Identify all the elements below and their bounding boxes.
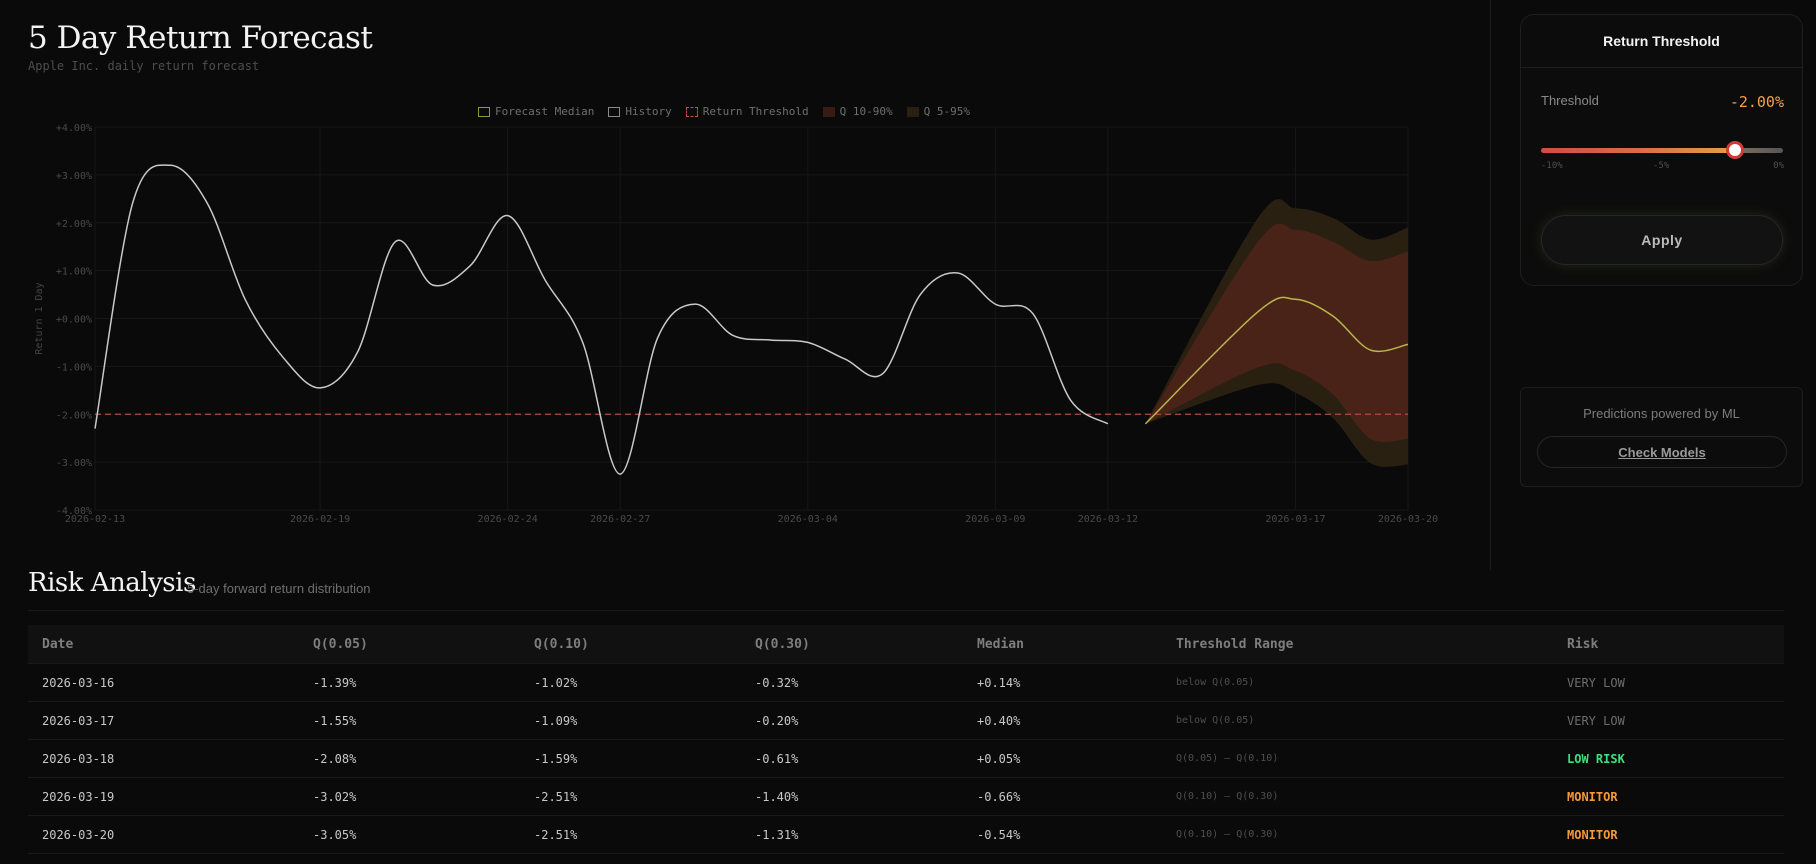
check-models-button[interactable]: Check Models bbox=[1537, 436, 1787, 468]
cell-median: -0.66% bbox=[963, 777, 1162, 816]
cell-q30: -0.20% bbox=[741, 701, 963, 740]
x-tick-label: 2026-02-27 bbox=[590, 514, 650, 525]
column-header-q30[interactable]: Q(0.30) bbox=[741, 625, 963, 664]
cell-median: -0.54% bbox=[963, 815, 1162, 854]
x-tick-label: 2026-03-20 bbox=[1378, 514, 1438, 525]
x-tick-label: 2026-02-19 bbox=[290, 514, 350, 525]
x-tick-label: 2026-03-09 bbox=[965, 514, 1025, 525]
ml-card: Predictions powered by ML Check Models bbox=[1520, 387, 1803, 487]
y-axis-label: Return 1 Day bbox=[34, 282, 45, 354]
table-row[interactable]: 2026-03-18 -2.08% -1.59% -0.61% +0.05% Q… bbox=[28, 739, 1784, 778]
cell-median: +0.40% bbox=[963, 701, 1162, 740]
threshold-value: -2.00% bbox=[1729, 93, 1784, 111]
x-tick-label: 2026-03-04 bbox=[778, 514, 838, 525]
cell-threshold-range: Q(0.05) – Q(0.10) bbox=[1162, 739, 1553, 778]
slider-tick-min: -10% bbox=[1541, 161, 1563, 171]
cell-q05: -1.55% bbox=[299, 701, 520, 740]
y-tick-label: -3.00% bbox=[56, 458, 92, 469]
y-tick-label: +0.00% bbox=[56, 315, 92, 326]
history-line bbox=[94, 164, 1109, 475]
column-header-date[interactable]: Date bbox=[28, 625, 299, 664]
cell-date: 2026-03-16 bbox=[28, 663, 299, 702]
apply-button[interactable]: Apply bbox=[1541, 215, 1783, 265]
risk-analysis-title: Risk Analysis bbox=[28, 568, 196, 598]
cell-date: 2026-03-20 bbox=[28, 815, 299, 854]
y-tick-label: +2.00% bbox=[56, 219, 92, 230]
cell-q05: -1.39% bbox=[299, 663, 520, 702]
table-row[interactable]: 2026-03-17 -1.55% -1.09% -0.20% +0.40% b… bbox=[28, 701, 1784, 740]
x-tick-label: 2026-02-24 bbox=[478, 514, 538, 525]
cell-risk: MONITOR bbox=[1553, 777, 1784, 816]
y-tick-label: +4.00% bbox=[56, 123, 92, 134]
x-tick-label: 2026-03-12 bbox=[1078, 514, 1138, 525]
cell-q05: -2.08% bbox=[299, 739, 520, 778]
y-tick-label: +3.00% bbox=[56, 171, 92, 182]
cell-threshold-range: below Q(0.05) bbox=[1162, 663, 1553, 702]
threshold-slider-thumb[interactable] bbox=[1725, 141, 1744, 159]
cell-median: +0.05% bbox=[963, 739, 1162, 778]
threshold-card: Return Threshold Threshold -2.00% -10% -… bbox=[1520, 14, 1803, 286]
cell-risk: VERY LOW bbox=[1553, 701, 1784, 740]
x-tick-label: 2026-03-17 bbox=[1265, 514, 1325, 525]
cell-q05: -3.05% bbox=[299, 815, 520, 854]
column-header-risk[interactable]: Risk bbox=[1553, 625, 1784, 664]
cell-q30: -0.32% bbox=[741, 663, 963, 702]
cell-risk: LOW RISK bbox=[1553, 739, 1784, 778]
x-tick-label: 2026-02-13 bbox=[65, 514, 125, 525]
column-header-q05[interactable]: Q(0.05) bbox=[299, 625, 520, 664]
table-row[interactable]: 2026-03-19 -3.02% -2.51% -1.40% -0.66% Q… bbox=[28, 777, 1784, 816]
threshold-slider[interactable] bbox=[1541, 148, 1783, 153]
table-row[interactable]: 2026-03-20 -3.05% -2.51% -1.31% -0.54% Q… bbox=[28, 815, 1784, 854]
y-tick-label: -2.00% bbox=[56, 410, 92, 421]
cell-q10: -1.09% bbox=[520, 701, 741, 740]
cell-q10: -2.51% bbox=[520, 777, 741, 816]
cell-median: +0.14% bbox=[963, 663, 1162, 702]
cell-risk: VERY LOW bbox=[1553, 663, 1784, 702]
cell-date: 2026-03-19 bbox=[28, 777, 299, 816]
cell-q30: -1.31% bbox=[741, 815, 963, 854]
cell-risk: MONITOR bbox=[1553, 815, 1784, 854]
slider-tick-max: 0% bbox=[1773, 161, 1784, 171]
table-row[interactable]: 2026-03-16 -1.39% -1.02% -0.32% +0.14% b… bbox=[28, 663, 1784, 702]
risk-table: Date Q(0.05) Q(0.10) Q(0.30) Median Thre… bbox=[28, 625, 1784, 854]
column-header-threshold-range[interactable]: Threshold Range bbox=[1162, 625, 1553, 664]
forecast-chart[interactable]: +4.00% +3.00% +2.00% +1.00% +0.00% -1.00% -2.0… bbox=[0, 95, 1470, 540]
vertical-divider bbox=[1490, 0, 1491, 570]
threshold-card-title: Return Threshold bbox=[1521, 15, 1802, 68]
cell-q10: -1.59% bbox=[520, 739, 741, 778]
cell-q30: -1.40% bbox=[741, 777, 963, 816]
cell-q05: -3.02% bbox=[299, 777, 520, 816]
cell-date: 2026-03-17 bbox=[28, 701, 299, 740]
cell-q10: -1.02% bbox=[520, 663, 741, 702]
ml-card-text: Predictions powered by ML bbox=[1583, 406, 1740, 421]
cell-date: 2026-03-18 bbox=[28, 739, 299, 778]
threshold-label: Threshold bbox=[1541, 93, 1599, 108]
column-header-median[interactable]: Median bbox=[963, 625, 1162, 664]
column-header-q10[interactable]: Q(0.10) bbox=[520, 625, 741, 664]
slider-tick-mid: -5% bbox=[1653, 161, 1670, 171]
section-divider bbox=[28, 610, 1784, 611]
cell-threshold-range: Q(0.10) – Q(0.30) bbox=[1162, 815, 1553, 854]
cell-q10: -2.51% bbox=[520, 815, 741, 854]
cell-threshold-range: Q(0.10) – Q(0.30) bbox=[1162, 777, 1553, 816]
page-title: 5 Day Return Forecast bbox=[28, 20, 373, 56]
table-header-row: Date Q(0.05) Q(0.10) Q(0.30) Median Thre… bbox=[28, 625, 1784, 664]
cell-threshold-range: below Q(0.05) bbox=[1162, 701, 1553, 740]
risk-analysis-subtitle: 5-day forward return distribution bbox=[187, 581, 371, 596]
page-subtitle: Apple Inc. daily return forecast bbox=[28, 59, 260, 73]
y-tick-label: +1.00% bbox=[56, 267, 92, 278]
y-tick-label: -1.00% bbox=[56, 362, 92, 373]
cell-q30: -0.61% bbox=[741, 739, 963, 778]
forecast-chart-svg: +4.00% +3.00% +2.00% +1.00% +0.00% -1.00% -2.0… bbox=[34, 123, 1438, 525]
